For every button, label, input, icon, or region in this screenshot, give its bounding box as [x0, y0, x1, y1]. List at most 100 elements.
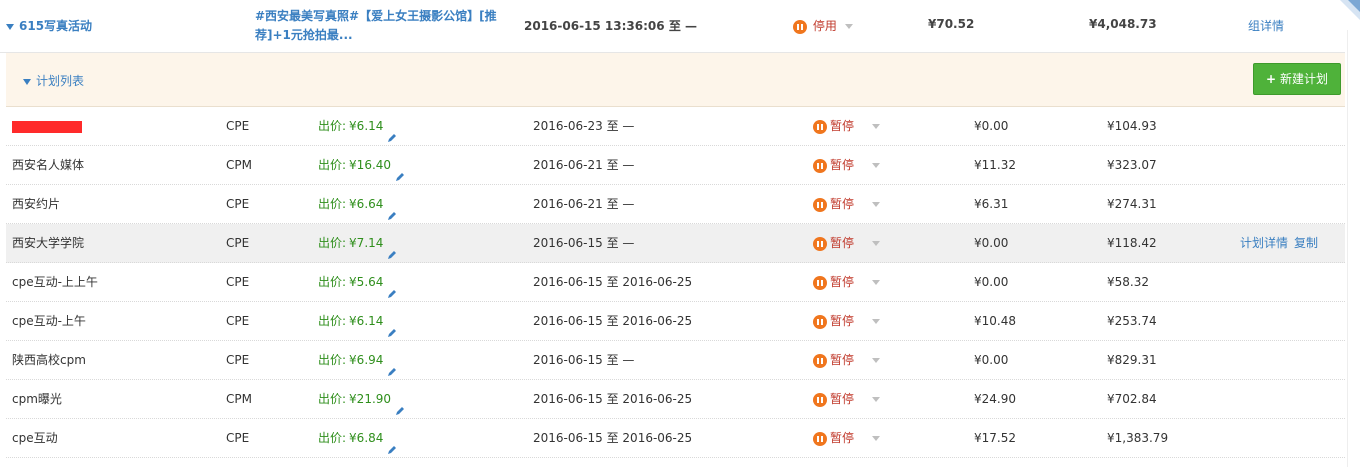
plan-date-range: 2016-06-21 至 —	[533, 146, 634, 184]
edit-pencil-icon[interactable]	[386, 277, 398, 298]
plan-status-control[interactable]: 暂停	[813, 224, 881, 262]
group-detail-link[interactable]: 组详情	[1248, 17, 1284, 34]
status-dropdown-icon[interactable]	[872, 436, 881, 441]
plan-name[interactable]: cpe互动	[12, 419, 58, 457]
status-dropdown-icon[interactable]	[872, 202, 881, 207]
collapse-triangle-icon[interactable]	[6, 23, 14, 30]
group-title-link[interactable]: #西安最美写真照#【爱上女王摄影公馆】[推荐]+1元抢拍最...	[255, 7, 510, 45]
plan-date-end: —	[622, 236, 635, 250]
status-dropdown-icon[interactable]	[872, 241, 881, 246]
plan-status-label: 暂停	[830, 197, 855, 211]
plan-date-end: —	[622, 119, 635, 133]
plan-detail-link[interactable]: 计划详情	[1240, 236, 1288, 250]
plan-bid: 出价: ¥6.94	[318, 341, 398, 379]
plan-bid: 出价: ¥6.14	[318, 302, 398, 340]
plan-name[interactable]: cpe互动-上午	[12, 302, 86, 340]
plan-name[interactable]: 西安约片	[12, 185, 60, 223]
plan-date-sep: 至	[606, 158, 619, 172]
plan-name-text: 西安名人媒体	[12, 158, 85, 172]
plan-cost: ¥17.52	[974, 431, 1016, 445]
plan-date-range: 2016-06-15 至 —	[533, 341, 634, 379]
plan-date-start: 2016-06-21	[533, 197, 603, 211]
plan-list-bar: 计划列表 + 新建计划	[6, 53, 1345, 107]
plan-date-end: 2016-06-25	[622, 314, 693, 328]
plan-name[interactable]: 西安大学学院	[12, 224, 84, 262]
bid-value: ¥5.64	[349, 275, 384, 289]
scrollbar[interactable]	[1347, 30, 1360, 467]
edit-pencil-icon[interactable]	[386, 238, 398, 259]
plan-row: cpe互动 CPE 出价: ¥6.84 2016-06-15 至 2016-06-25 暂…	[6, 419, 1345, 458]
plan-date-start: 2016-06-15	[533, 392, 603, 406]
plan-billing-type: CPE	[226, 314, 250, 328]
plan-row: 西安约片 CPE 出价: ¥6.64 2016-06-21 至 — 暂停 ¥6.31 ¥274…	[6, 185, 1345, 224]
status-dropdown-icon[interactable]	[872, 358, 881, 363]
plan-name[interactable]: 陕西高校cpm	[12, 341, 86, 379]
pause-icon	[813, 314, 827, 329]
edit-pencil-icon[interactable]	[386, 433, 398, 454]
group-status-control[interactable]: 停用	[793, 17, 853, 34]
plan-date-range: 2016-06-15 至 2016-06-25	[533, 263, 692, 301]
plan-copy-link[interactable]: 复制	[1294, 236, 1318, 250]
edit-pencil-icon[interactable]	[394, 394, 406, 415]
plan-date-start: 2016-06-15	[533, 431, 603, 445]
pause-icon	[813, 392, 827, 407]
group-toggle[interactable]: 615写真活动	[6, 17, 92, 34]
status-dropdown-icon[interactable]	[872, 124, 881, 129]
collapse-triangle-icon[interactable]	[23, 78, 31, 85]
bid-label: 出价:	[318, 314, 347, 328]
plan-bid: 出价: ¥6.14	[318, 107, 398, 145]
plan-billing-type: CPE	[226, 197, 250, 211]
plan-row: cpm曝光 CPM 出价: ¥21.90 2016-06-15 至 2016-06-25…	[6, 380, 1345, 419]
plan-status-control[interactable]: 暂停	[813, 107, 881, 145]
plan-name[interactable]	[12, 107, 82, 145]
plan-list-toggle[interactable]: 计划列表	[23, 72, 84, 89]
plan-status-control[interactable]: 暂停	[813, 341, 881, 379]
status-dropdown-icon[interactable]	[872, 397, 881, 402]
plan-status-control[interactable]: 暂停	[813, 185, 881, 223]
plan-date-sep: 至	[606, 392, 619, 406]
status-dropdown-icon[interactable]	[872, 163, 881, 168]
plan-date-range: 2016-06-23 至 —	[533, 107, 634, 145]
plan-table: CPE 出价: ¥6.14 2016-06-23 至 — 暂停 ¥0.00 ¥104.93 西…	[6, 107, 1345, 458]
plan-date-start: 2016-06-21	[533, 158, 603, 172]
status-dropdown-icon[interactable]	[844, 24, 853, 29]
edit-pencil-icon[interactable]	[386, 355, 398, 376]
plan-billing-type: CPE	[226, 353, 250, 367]
plan-status-label: 暂停	[830, 275, 855, 289]
plan-billing-type: CPE	[226, 275, 250, 289]
plan-status-control[interactable]: 暂停	[813, 146, 881, 184]
plan-status-control[interactable]: 暂停	[813, 263, 881, 301]
new-plan-button[interactable]: + 新建计划	[1253, 63, 1341, 95]
bid-label: 出价:	[318, 197, 347, 211]
plan-date-end: 2016-06-25	[622, 392, 693, 406]
plan-status-control[interactable]: 暂停	[813, 380, 881, 418]
edit-pencil-icon[interactable]	[386, 199, 398, 220]
edit-pencil-icon[interactable]	[386, 316, 398, 337]
plan-status-control[interactable]: 暂停	[813, 302, 881, 340]
group-amount-1: ¥70.52	[928, 17, 975, 31]
status-dropdown-icon[interactable]	[872, 280, 881, 285]
group-time: 2016-06-15 13:36:06 至 —	[524, 17, 697, 34]
plan-date-start: 2016-06-15	[533, 353, 603, 367]
plan-bid: 出价: ¥21.90	[318, 380, 406, 418]
edit-pencil-icon[interactable]	[394, 160, 406, 181]
plan-row: cpe互动-上上午 CPE 出价: ¥5.64 2016-06-15 至 2016-06…	[6, 263, 1345, 302]
plan-name[interactable]: cpm曝光	[12, 380, 62, 418]
corner-badge-icon[interactable]	[1334, 0, 1360, 26]
plan-bid: 出价: ¥7.14	[318, 224, 398, 262]
pause-icon	[813, 275, 827, 290]
plan-name[interactable]: cpe互动-上上午	[12, 263, 98, 301]
plan-date-range: 2016-06-15 至 —	[533, 224, 634, 262]
plan-status-label: 暂停	[830, 392, 855, 406]
plan-list-label: 计划列表	[36, 74, 85, 88]
plan-name[interactable]: 西安名人媒体	[12, 146, 84, 184]
new-plan-button-label: 新建计划	[1279, 72, 1328, 86]
plan-total: ¥118.42	[1107, 236, 1157, 250]
status-dropdown-icon[interactable]	[872, 319, 881, 324]
edit-pencil-icon[interactable]	[386, 121, 398, 142]
plan-status-control[interactable]: 暂停	[813, 419, 881, 457]
bid-value: ¥6.14	[349, 119, 384, 133]
plus-icon: +	[1266, 72, 1277, 86]
plan-cost: ¥0.00	[974, 119, 1009, 133]
plan-billing-type: CPE	[226, 119, 250, 133]
